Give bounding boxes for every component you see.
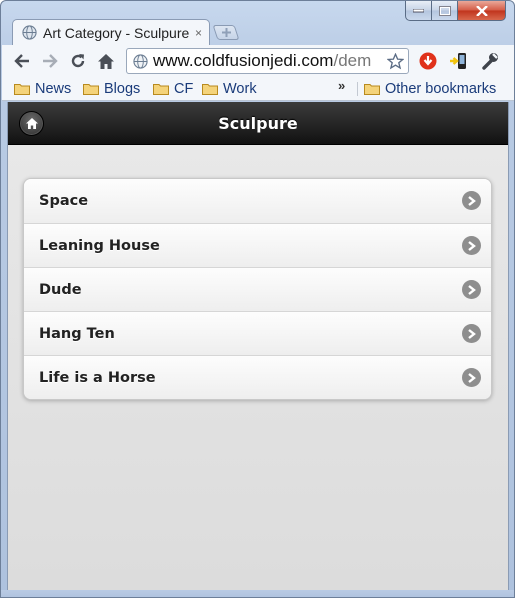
home-button[interactable] bbox=[93, 48, 119, 74]
page-header: Sculpure bbox=[8, 102, 508, 145]
list-item-label: Leaning House bbox=[39, 237, 160, 254]
phone-icon bbox=[450, 53, 466, 69]
chevron-right-icon bbox=[462, 191, 481, 210]
chevron-right-icon bbox=[462, 368, 481, 387]
download-icon bbox=[419, 52, 437, 70]
page-title: Sculpure bbox=[218, 113, 298, 133]
minimize-icon bbox=[413, 8, 424, 12]
new-tab-button[interactable] bbox=[212, 25, 240, 40]
globe-icon bbox=[133, 53, 148, 69]
bookmark-cf[interactable]: CF bbox=[153, 80, 193, 98]
list-item[interactable]: Space bbox=[24, 179, 491, 223]
browser-window: Art Category - Sculpure × www.coldfusion… bbox=[0, 0, 515, 598]
chevron-right-icon bbox=[462, 324, 481, 343]
folder-icon bbox=[202, 84, 218, 95]
maximize-icon bbox=[438, 5, 451, 16]
bookmark-label: Blogs bbox=[104, 81, 141, 97]
bookmark-label: News bbox=[35, 81, 72, 97]
folder-icon bbox=[83, 84, 99, 95]
bookmarks-bar: News Blogs CF Work » Other bookmarks bbox=[2, 77, 514, 101]
window-bottom-border bbox=[1, 590, 514, 597]
close-icon bbox=[475, 5, 488, 16]
url-text: www.coldfusionjedi.com/dem bbox=[153, 51, 385, 71]
folder-icon bbox=[14, 84, 30, 95]
bookmark-label: Work bbox=[223, 81, 257, 97]
close-button[interactable] bbox=[458, 1, 506, 21]
folder-icon bbox=[364, 84, 380, 95]
chevron-right-icon bbox=[462, 280, 481, 299]
tab-close-icon[interactable]: × bbox=[195, 26, 202, 40]
other-bookmarks[interactable]: Other bookmarks bbox=[364, 80, 496, 98]
settings-button[interactable] bbox=[479, 50, 501, 72]
category-list: Space Leaning House Dude Hang Ten Life i… bbox=[23, 178, 492, 400]
tab-title: Art Category - Sculpure bbox=[43, 24, 190, 41]
list-item[interactable]: Dude bbox=[24, 267, 491, 311]
address-bar[interactable]: www.coldfusionjedi.com/dem bbox=[126, 48, 409, 74]
reload-button[interactable] bbox=[65, 48, 91, 74]
list-item-label: Life is a Horse bbox=[39, 369, 156, 386]
url-path: /dem bbox=[333, 51, 372, 70]
other-bookmarks-label: Other bookmarks bbox=[385, 81, 497, 97]
browser-toolbar: www.coldfusionjedi.com/dem bbox=[2, 45, 514, 77]
bookmarks-overflow-button[interactable]: » bbox=[338, 78, 345, 93]
browser-tab[interactable]: Art Category - Sculpure × bbox=[12, 19, 210, 45]
maximize-button[interactable] bbox=[432, 1, 458, 21]
reload-icon bbox=[71, 54, 85, 68]
list-item-label: Dude bbox=[39, 281, 82, 298]
wrench-icon bbox=[482, 53, 498, 70]
list-item-label: Hang Ten bbox=[39, 325, 115, 342]
window-controls bbox=[405, 1, 506, 21]
folder-icon bbox=[153, 84, 169, 95]
extension-button-red[interactable] bbox=[417, 50, 439, 72]
forward-arrow-icon bbox=[43, 54, 58, 68]
header-home-button[interactable] bbox=[19, 111, 44, 136]
minimize-button[interactable] bbox=[405, 1, 432, 21]
list-item[interactable]: Hang Ten bbox=[24, 311, 491, 355]
bookmark-blogs[interactable]: Blogs bbox=[83, 80, 140, 98]
url-domain: www.coldfusionjedi.com bbox=[153, 51, 334, 70]
bookmark-work[interactable]: Work bbox=[202, 80, 257, 98]
extension-button-phone[interactable] bbox=[448, 50, 470, 72]
back-button[interactable] bbox=[9, 48, 35, 74]
plus-icon bbox=[221, 28, 231, 37]
page-viewport: Sculpure Space Leaning House Dude Hang T… bbox=[7, 102, 509, 590]
bookmark-news[interactable]: News bbox=[14, 80, 71, 98]
list-item-label: Space bbox=[39, 193, 89, 209]
forward-button[interactable] bbox=[37, 48, 63, 74]
home-icon bbox=[98, 53, 114, 69]
star-icon[interactable] bbox=[387, 53, 404, 70]
back-arrow-icon bbox=[14, 54, 29, 68]
bookmark-label: CF bbox=[174, 81, 194, 97]
list-item[interactable]: Leaning House bbox=[24, 223, 491, 267]
list-item[interactable]: Life is a Horse bbox=[24, 355, 491, 399]
globe-icon bbox=[22, 25, 37, 40]
chevron-right-icon bbox=[462, 236, 481, 255]
bookmarks-divider bbox=[357, 82, 358, 96]
home-icon bbox=[25, 118, 38, 129]
